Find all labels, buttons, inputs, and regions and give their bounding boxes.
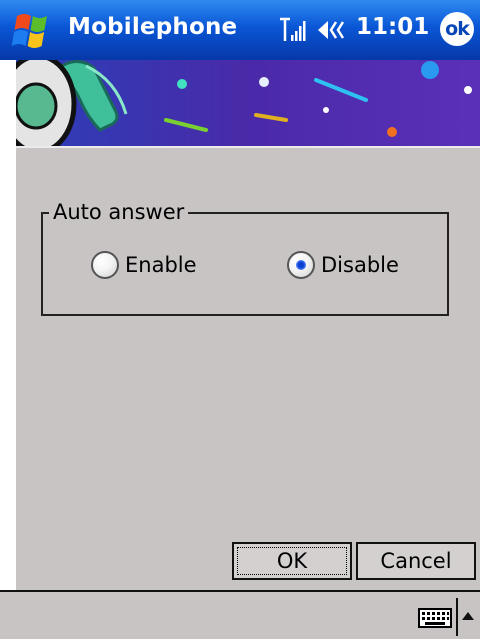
cancel-button-label: Cancel <box>380 549 452 573</box>
enable-radio[interactable]: Enable <box>91 248 197 282</box>
clock[interactable]: 11:01 <box>356 14 429 40</box>
volume-icon[interactable] <box>316 17 350 43</box>
content-area: Auto answer Enable Disable OK Cancel <box>16 60 480 590</box>
title-bar: Mobilephone 11:01 ok <box>0 0 480 60</box>
start-flag-icon[interactable] <box>8 10 52 50</box>
ok-button[interactable]: OK <box>232 542 352 580</box>
bottom-bar <box>0 590 480 639</box>
enable-label: Enable <box>125 253 197 277</box>
sip-arrow-icon[interactable] <box>462 612 474 620</box>
ok-icon[interactable]: ok <box>440 12 474 46</box>
signal-strength-icon[interactable] <box>278 17 308 43</box>
sip-divider <box>456 598 458 636</box>
disable-radio[interactable]: Disable <box>287 248 399 282</box>
app-title: Mobilephone <box>68 14 238 40</box>
phone-banner-image <box>16 60 480 148</box>
cancel-button[interactable]: Cancel <box>356 542 476 580</box>
disable-label: Disable <box>321 253 399 277</box>
radio-circle[interactable] <box>91 251 119 279</box>
radio-circle-checked[interactable] <box>287 251 315 279</box>
focus-rect <box>237 547 347 575</box>
group-title: Auto answer <box>49 200 189 224</box>
keyboard-icon[interactable] <box>418 608 452 628</box>
auto-answer-group: Auto answer Enable Disable <box>41 200 449 316</box>
